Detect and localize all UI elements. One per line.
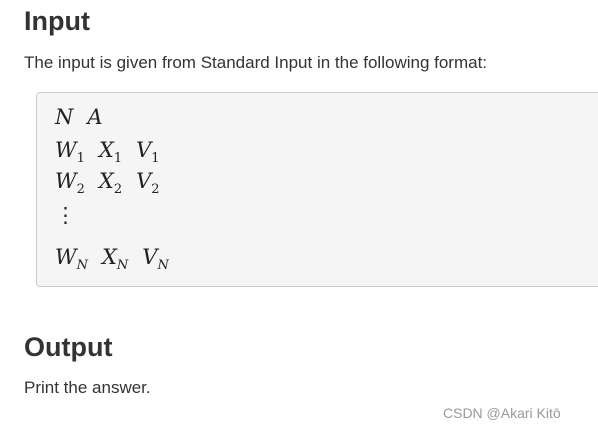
var-vn: VN: [142, 245, 169, 274]
var-v2: V2: [136, 169, 160, 198]
format-line-n: WN XN VN: [55, 245, 183, 273]
var-xn: XN: [101, 245, 129, 274]
output-description: Print the answer.: [24, 378, 151, 397]
input-description: The input is given from Standard Input i…: [24, 53, 488, 72]
var-x2: X2: [98, 169, 123, 198]
format-line-2: W1 X1 V1: [55, 138, 174, 166]
var-n: N: [55, 105, 74, 129]
watermark: CSDN @Akari Kitō: [443, 405, 561, 421]
format-line-3: W2 X2 V2: [55, 169, 174, 197]
input-heading: Input: [24, 6, 90, 36]
input-format-box: NA W1 X1 V1 W2 X2 V2 ⋮ WN XN VN: [36, 92, 598, 287]
var-wn: WN: [55, 245, 88, 274]
var-a: A: [87, 105, 103, 129]
vertical-dots: ⋮: [55, 203, 76, 227]
format-line-1: NA: [55, 105, 117, 129]
var-x1: X1: [98, 138, 123, 167]
var-w1: W1: [55, 138, 85, 167]
var-w2: W2: [55, 169, 85, 198]
var-v1: V1: [136, 138, 160, 167]
output-heading: Output: [24, 332, 113, 362]
